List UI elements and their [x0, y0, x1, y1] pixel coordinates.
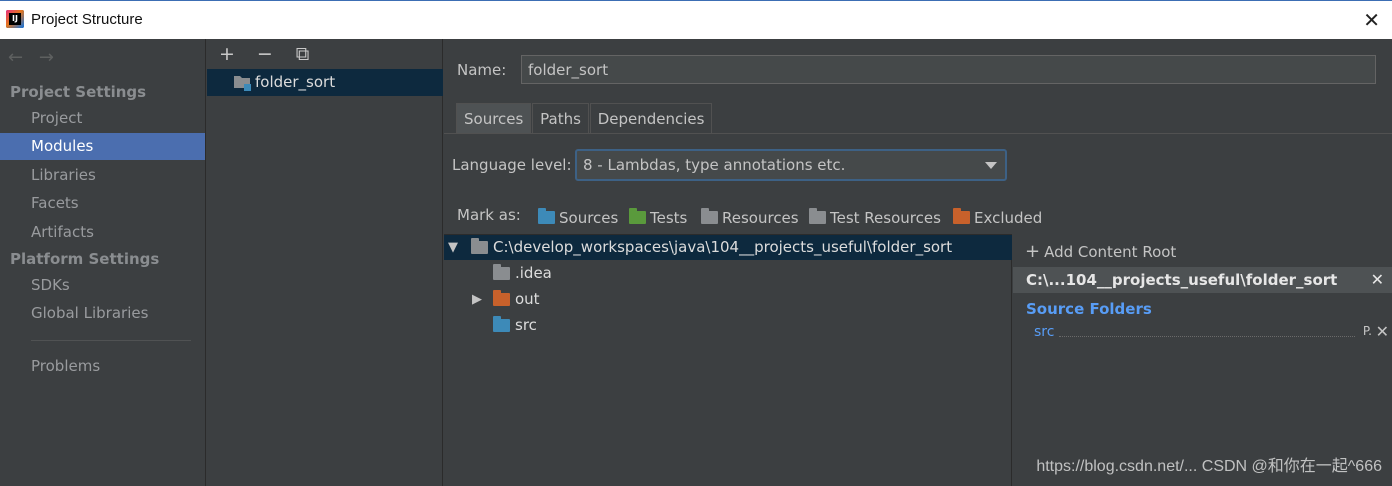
tab-sources[interactable]: Sources — [456, 103, 532, 133]
name-label: Name: — [457, 61, 507, 79]
tree-item-label: out — [515, 290, 540, 308]
close-window-button[interactable]: ✕ — [1363, 8, 1380, 32]
source-folder-label: src — [1034, 324, 1055, 340]
mark-as-test-resources-button[interactable]: Test Resources — [809, 208, 941, 227]
dotted-leader — [1059, 336, 1355, 337]
folder-icon — [471, 238, 488, 254]
language-level-dropdown[interactable]: 8 - Lambdas, type annotations etc. — [575, 149, 1007, 181]
nav-history: ← → — [8, 47, 64, 68]
remove-module-button[interactable]: − — [253, 43, 277, 65]
project-settings-header: Project Settings — [10, 83, 147, 101]
collapse-arrow-icon[interactable]: ▼ — [448, 235, 458, 260]
tree-root-label: C:\develop_workspaces\java\104__projects… — [493, 238, 953, 256]
content-root-panel: + Add Content Root C:\...104__projects_us… — [1013, 234, 1392, 486]
mark-as-test-resources-label: Test Resources — [830, 209, 941, 227]
excluded-folder-icon — [953, 208, 970, 224]
tree-row-root[interactable]: ▼ C:\develop_workspaces\java\104__projec… — [444, 235, 1012, 260]
nav-item-modules[interactable]: Modules — [0, 133, 205, 160]
mark-as-sources-label: Sources — [559, 209, 619, 227]
tree-item-label: .idea — [515, 264, 552, 282]
sources-folder-icon — [538, 208, 555, 224]
add-module-button[interactable]: + — [215, 43, 239, 65]
content-root-path: C:\...104__projects_useful\folder_sort — [1026, 271, 1338, 289]
nav-item-facets[interactable]: Facets — [0, 190, 205, 217]
mark-as-excluded-button[interactable]: Excluded — [953, 208, 1043, 227]
add-content-root-button[interactable]: + Add Content Root — [1025, 241, 1176, 262]
nav-divider — [31, 340, 191, 341]
module-name: folder_sort — [255, 73, 336, 91]
remove-source-folder-icon[interactable]: ✕ — [1376, 322, 1389, 341]
plus-icon: + — [1025, 241, 1041, 262]
intellij-app-icon — [6, 10, 24, 28]
mark-as-sources-button[interactable]: Sources — [538, 208, 619, 227]
module-tabs: Sources Paths Dependencies — [456, 103, 713, 133]
resources-folder-icon — [701, 208, 718, 224]
nav-item-sdks[interactable]: SDKs — [0, 272, 205, 299]
modules-list-panel: + − ⧉ folder_sort — [207, 39, 443, 486]
tree-row-idea[interactable]: .idea — [444, 261, 1012, 286]
module-folder-icon — [234, 76, 251, 91]
add-content-root-label: Add Content Root — [1044, 243, 1177, 261]
source-folders-title: Source Folders — [1026, 300, 1152, 318]
content-root-header: C:\...104__projects_useful\folder_sort ✕ — [1013, 267, 1392, 293]
tree-row-src[interactable]: src — [444, 313, 1012, 338]
mark-as-tests-label: Tests — [650, 209, 688, 227]
mark-as-tests-button[interactable]: Tests — [629, 208, 688, 227]
language-level-label: Language level: — [452, 156, 572, 174]
watermark: https://blog.csdn.net/... CSDN @和你在一起^66… — [1036, 458, 1382, 475]
edit-properties-icon[interactable]: P. — [1363, 324, 1372, 338]
platform-settings-header: Platform Settings — [10, 250, 160, 268]
tabs-divider — [444, 133, 1392, 134]
nav-item-artifacts[interactable]: Artifacts — [0, 219, 205, 246]
copy-module-button[interactable]: ⧉ — [291, 43, 315, 65]
back-arrow-icon[interactable]: ← — [8, 47, 23, 68]
module-settings-panel: Name: Sources Paths Dependencies Languag… — [444, 39, 1392, 486]
module-name-field[interactable] — [521, 55, 1376, 84]
excluded-folder-icon — [493, 290, 510, 306]
tree-row-out[interactable]: ▶ out — [444, 287, 1012, 312]
modules-toolbar: + − ⧉ — [215, 43, 324, 69]
content-tree: ▼ C:\develop_workspaces\java\104__projec… — [444, 234, 1012, 486]
tree-item-label: src — [515, 316, 537, 334]
settings-nav: ← → Project Settings Project Modules Lib… — [0, 39, 206, 486]
nav-item-project[interactable]: Project — [0, 105, 205, 132]
module-list-item[interactable]: folder_sort — [207, 69, 443, 96]
remove-content-root-icon[interactable]: ✕ — [1371, 267, 1384, 293]
mark-as-resources-button[interactable]: Resources — [701, 208, 799, 227]
test-resources-folder-icon — [809, 208, 826, 224]
forward-arrow-icon[interactable]: → — [39, 47, 54, 68]
language-level-value: 8 - Lambdas, type annotations etc. — [583, 156, 846, 174]
sources-folder-icon — [493, 316, 510, 332]
mark-as-resources-label: Resources — [722, 209, 799, 227]
source-folder-row[interactable]: src P. ✕ — [1034, 322, 1389, 342]
folder-icon — [493, 264, 510, 280]
nav-item-libraries[interactable]: Libraries — [0, 162, 205, 189]
chevron-down-icon — [985, 162, 997, 169]
window-title: Project Structure — [31, 11, 143, 28]
expand-arrow-icon[interactable]: ▶ — [472, 287, 482, 312]
mark-as-label: Mark as: — [457, 206, 521, 224]
nav-item-global-libraries[interactable]: Global Libraries — [0, 300, 205, 327]
tab-dependencies[interactable]: Dependencies — [589, 103, 713, 133]
nav-item-problems[interactable]: Problems — [0, 353, 205, 380]
title-bar: Project Structure ✕ — [0, 0, 1392, 39]
mark-as-excluded-label: Excluded — [974, 209, 1043, 227]
tests-folder-icon — [629, 208, 646, 224]
tab-paths[interactable]: Paths — [532, 103, 589, 133]
